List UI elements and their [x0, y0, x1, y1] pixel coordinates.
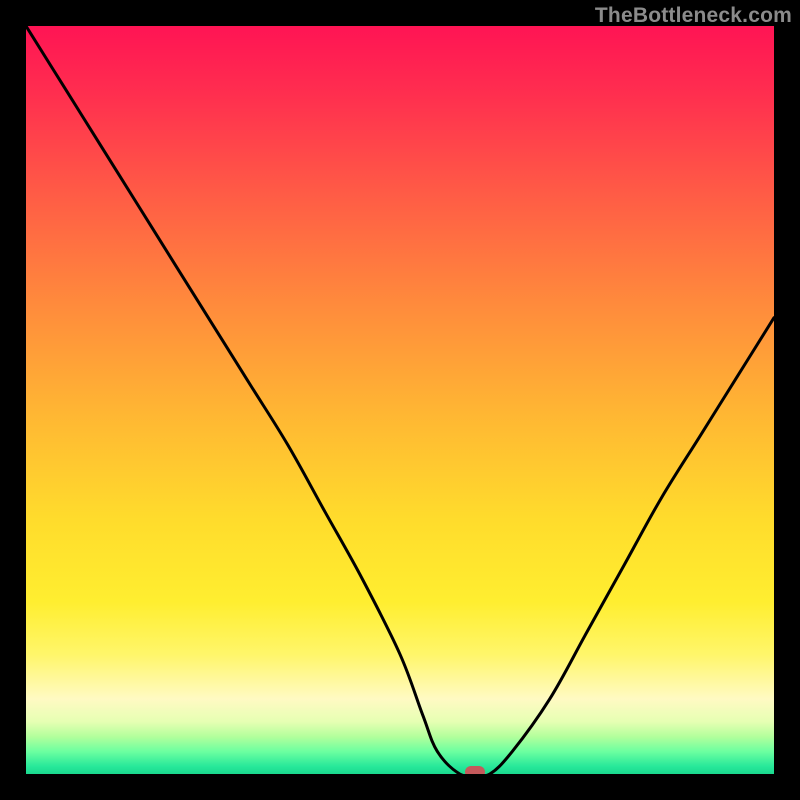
bottleneck-curve: [26, 26, 774, 774]
curve-path: [26, 26, 774, 774]
chart-frame: TheBottleneck.com: [0, 0, 800, 800]
optimum-marker: [465, 766, 485, 774]
watermark-text: TheBottleneck.com: [595, 4, 792, 28]
plot-area: [26, 26, 774, 774]
